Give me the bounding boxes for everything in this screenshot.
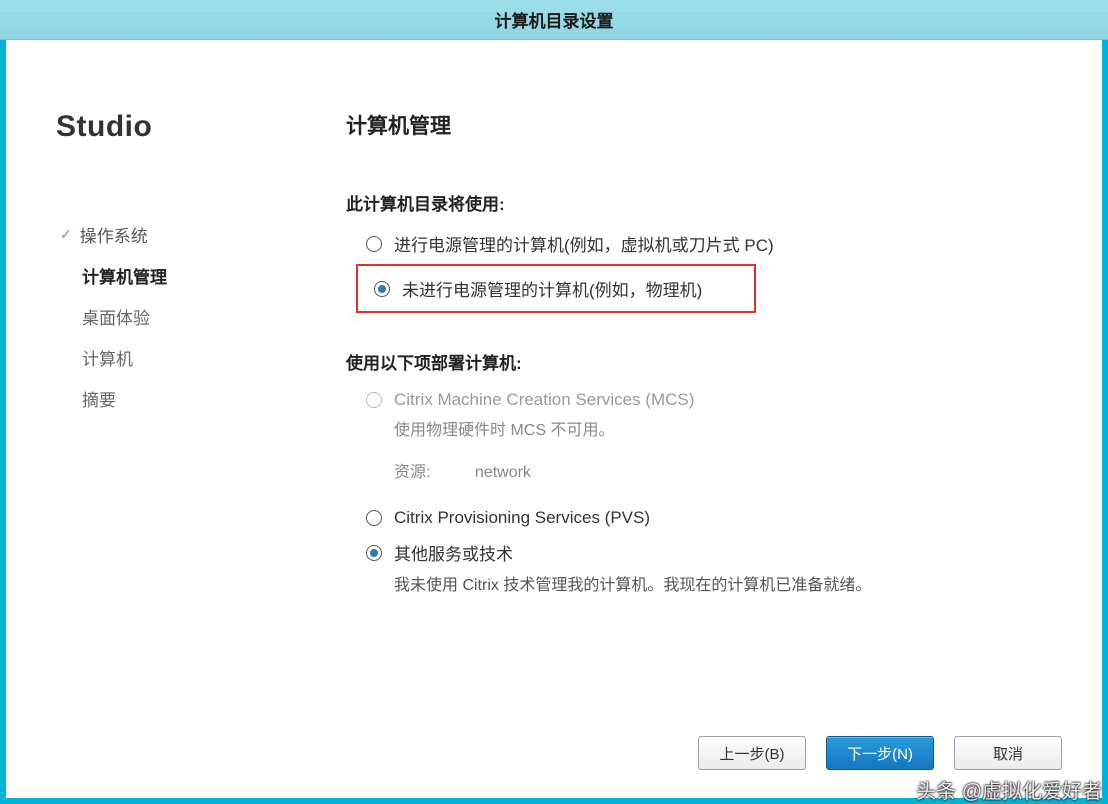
radio-label: Citrix Machine Creation Services (MCS) xyxy=(394,390,694,410)
radio-label: 进行电源管理的计算机(例如，虚拟机或刀片式 PC) xyxy=(394,231,774,256)
page-title: 计算机管理 xyxy=(346,110,1052,140)
resource-value: network xyxy=(475,464,531,481)
radio-other-tech[interactable]: 其他服务或技术 xyxy=(346,534,1052,571)
radio-pvs[interactable]: Citrix Provisioning Services (PVS) xyxy=(346,502,1052,534)
radio-label: Citrix Provisioning Services (PVS) xyxy=(394,508,650,528)
radio-icon xyxy=(366,392,382,408)
next-button[interactable]: 下一步(N) xyxy=(826,736,934,770)
section-label-deploy: 使用以下项部署计算机: xyxy=(346,349,1052,374)
radio-icon xyxy=(366,545,382,561)
app-brand: Studio xyxy=(56,110,276,144)
highlight-box: 未进行电源管理的计算机(例如，物理机) xyxy=(356,264,756,313)
sidebar: Studio 操作系统 计算机管理 桌面体验 计算机 摘要 xyxy=(6,40,276,798)
radio-icon xyxy=(374,281,390,297)
radio-mcs: Citrix Machine Creation Services (MCS) xyxy=(346,384,1052,416)
watermark: 头条 @虚拟化爱好者 xyxy=(916,775,1102,804)
radio-icon xyxy=(366,236,382,252)
window-title: 计算机目录设置 xyxy=(0,0,1108,40)
radio-label: 其他服务或技术 xyxy=(394,540,513,565)
client-area: Studio 操作系统 计算机管理 桌面体验 计算机 摘要 计算机管理 此计算机… xyxy=(6,40,1102,798)
back-button[interactable]: 上一步(B) xyxy=(698,736,806,770)
resource-row: 资源: network xyxy=(346,446,1052,502)
radio-label: 未进行电源管理的计算机(例如，物理机) xyxy=(402,276,702,301)
radio-not-power-managed[interactable]: 未进行电源管理的计算机(例如，物理机) xyxy=(364,270,748,307)
main-panel: 计算机管理 此计算机目录将使用: 进行电源管理的计算机(例如，虚拟机或刀片式 P… xyxy=(276,40,1102,798)
nav-item-summary[interactable]: 摘要 xyxy=(60,378,276,419)
radio-icon xyxy=(366,510,382,526)
nav-item-machines[interactable]: 计算机 xyxy=(60,337,276,378)
section-label-catalog-use: 此计算机目录将使用: xyxy=(346,190,1052,215)
other-tech-note: 我未使用 Citrix 技术管理我的计算机。我现在的计算机已准备就绪。 xyxy=(346,571,1052,595)
nav-item-os[interactable]: 操作系统 xyxy=(60,214,276,255)
nav-item-desktop-exp[interactable]: 桌面体验 xyxy=(60,296,276,337)
button-row: 上一步(B) 下一步(N) 取消 xyxy=(698,736,1062,770)
resource-label: 资源: xyxy=(394,464,430,481)
cancel-button[interactable]: 取消 xyxy=(954,736,1062,770)
radio-power-managed[interactable]: 进行电源管理的计算机(例如，虚拟机或刀片式 PC) xyxy=(346,225,1052,262)
mcs-disabled-note: 使用物理硬件时 MCS 不可用。 xyxy=(346,416,1052,440)
nav-item-machine-mgmt[interactable]: 计算机管理 xyxy=(60,255,276,296)
